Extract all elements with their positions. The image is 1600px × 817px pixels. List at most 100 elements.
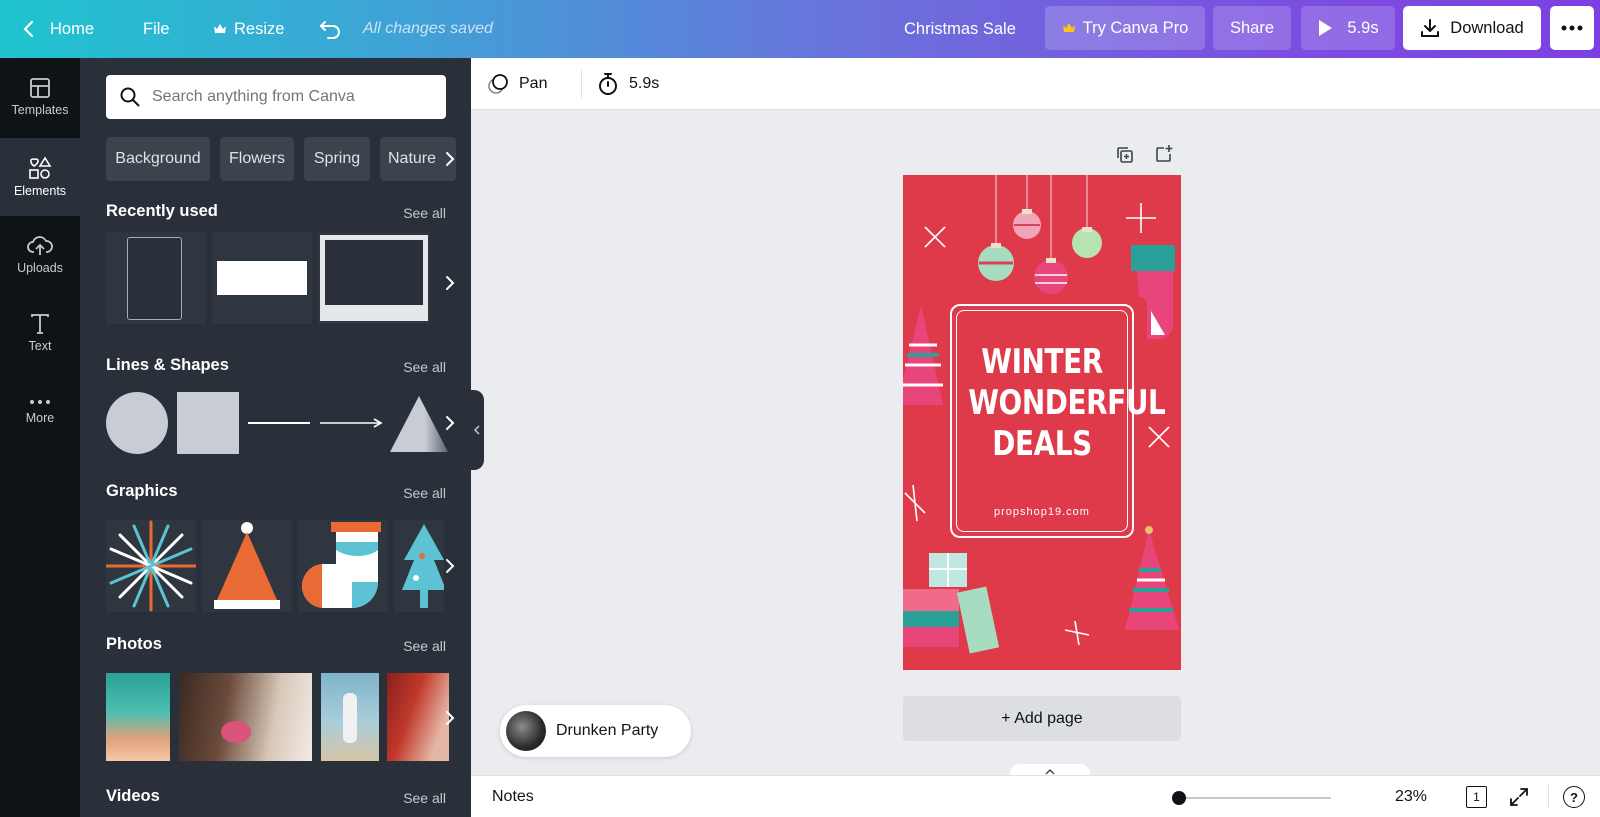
more-options-button[interactable] [1550, 6, 1594, 50]
photos-see-all[interactable]: See all [403, 638, 446, 654]
photos-title: Photos [106, 635, 162, 653]
videos-title: Videos [106, 787, 160, 805]
fullscreen-button[interactable] [1509, 776, 1529, 817]
headline-line-1: WINTER [981, 342, 1103, 382]
ellipsis-icon [30, 400, 50, 404]
shapes-next-button[interactable] [439, 412, 461, 434]
chip-background[interactable]: Background [106, 137, 210, 181]
pan-button[interactable]: Pan [487, 58, 547, 110]
rail-uploads[interactable]: Uploads [0, 216, 80, 294]
home-button[interactable]: Home [22, 0, 94, 58]
chevron-left-icon [23, 20, 34, 38]
resize-label: Resize [234, 19, 285, 38]
bottom-divider [1548, 785, 1549, 809]
resize-button[interactable]: Resize [213, 0, 284, 58]
graphics-see-all[interactable]: See all [403, 485, 446, 501]
chip-flowers[interactable]: Flowers [220, 137, 294, 181]
stopwatch-icon [599, 73, 617, 95]
page-count-button[interactable]: 1 [1463, 776, 1487, 817]
crown-icon [214, 24, 226, 33]
pan-label: Pan [519, 75, 548, 92]
pan-icon [488, 74, 508, 94]
duplicate-page-button[interactable] [1115, 145, 1135, 170]
undo-icon [320, 21, 340, 39]
elements-icon [29, 156, 52, 179]
rail-templates-label: Templates [11, 103, 69, 117]
home-label: Home [50, 19, 95, 38]
chevron-right-icon [446, 152, 455, 166]
timing-button[interactable]: 5.9s [597, 58, 659, 110]
text-icon [31, 314, 49, 334]
chevron-up-icon [1045, 768, 1055, 774]
rail-text[interactable]: Text [0, 294, 80, 372]
recent-item-polaroid[interactable] [318, 232, 430, 324]
recent-next-button[interactable] [439, 272, 461, 294]
try-canva-pro-button[interactable]: Try Canva Pro [1045, 6, 1205, 50]
add-page-button[interactable]: + Add page [903, 696, 1181, 741]
file-menu[interactable]: File [143, 0, 170, 58]
page-count: 1 [1466, 786, 1487, 808]
shape-square[interactable] [177, 392, 239, 454]
audio-thumbnail [506, 711, 546, 751]
timing-label: 5.9s [629, 75, 660, 92]
audio-track-pill[interactable]: Drunken Party [500, 705, 691, 757]
starburst-icon [105, 520, 197, 612]
photo-3[interactable] [321, 673, 379, 761]
elements-panel: Background Flowers Spring Nature Recentl… [80, 58, 471, 817]
notes-button[interactable]: Notes [492, 776, 534, 817]
graphic-starburst[interactable] [105, 520, 197, 612]
headline-line-3: DEALS [992, 424, 1092, 464]
chevron-left-icon [474, 425, 480, 435]
graphics-title: Graphics [106, 482, 178, 500]
photo-2[interactable] [179, 673, 312, 761]
bottom-bar: Notes 23% 1 ? [471, 775, 1600, 817]
toolbar-divider [581, 70, 582, 98]
add-page-icon-button[interactable] [1154, 144, 1174, 169]
design-page[interactable]: WINTER WONDERFUL DEALS propshop19.com [903, 175, 1181, 670]
play-button[interactable]: 5.9s [1301, 6, 1395, 50]
photo-1[interactable] [106, 673, 170, 761]
side-rail: Templates Elements Uploads Text More [0, 58, 80, 817]
shapes-see-all[interactable]: See all [403, 359, 446, 375]
text-frame[interactable]: WINTER WONDERFUL DEALS propshop19.com [950, 304, 1166, 538]
chips-next-button[interactable] [439, 148, 461, 170]
add-page-icon [1156, 145, 1173, 162]
rail-uploads-label: Uploads [17, 261, 63, 275]
recent-see-all[interactable]: See all [403, 205, 446, 221]
rail-elements[interactable]: Elements [0, 138, 80, 216]
photos-next-button[interactable] [439, 707, 461, 729]
undo-button[interactable] [318, 0, 342, 58]
download-label: Download [1450, 18, 1524, 37]
cloud-upload-icon [27, 236, 53, 255]
download-button[interactable]: Download [1403, 6, 1541, 50]
rail-more[interactable]: More [0, 372, 80, 450]
zoom-slider-handle[interactable] [1172, 791, 1186, 805]
play-duration: 5.9s [1347, 18, 1379, 37]
graphic-party-hat[interactable] [202, 520, 292, 612]
rail-templates[interactable]: Templates [0, 58, 80, 136]
zoom-level[interactable]: 23% [1395, 776, 1427, 817]
search-box[interactable] [106, 75, 446, 119]
collapse-panel-button[interactable] [471, 390, 484, 470]
ellipsis-icon [1561, 25, 1583, 31]
graphic-stocking[interactable] [298, 520, 388, 612]
design-title[interactable]: Christmas Sale [904, 0, 1016, 58]
zoom-slider[interactable] [1172, 791, 1331, 805]
top-bar: Home File Resize All changes saved Chris… [0, 0, 1600, 58]
share-button[interactable]: Share [1213, 6, 1291, 50]
videos-see-all[interactable]: See all [403, 790, 446, 806]
recent-item-rectangle[interactable] [212, 232, 312, 324]
help-button[interactable]: ? [1563, 776, 1585, 817]
shape-arrow-line[interactable] [320, 414, 384, 432]
graphic-tree[interactable] [394, 520, 446, 612]
shape-line[interactable] [248, 422, 310, 424]
shape-circle[interactable] [106, 392, 168, 454]
chip-spring[interactable]: Spring [304, 137, 370, 181]
graphics-next-button[interactable] [439, 555, 461, 577]
christmas-tree-icon [402, 524, 446, 608]
recent-item-frame[interactable] [106, 232, 206, 324]
search-input[interactable] [152, 88, 432, 106]
party-hat-icon [214, 522, 280, 609]
duplicate-icon [1117, 147, 1133, 163]
templates-icon [30, 78, 50, 98]
